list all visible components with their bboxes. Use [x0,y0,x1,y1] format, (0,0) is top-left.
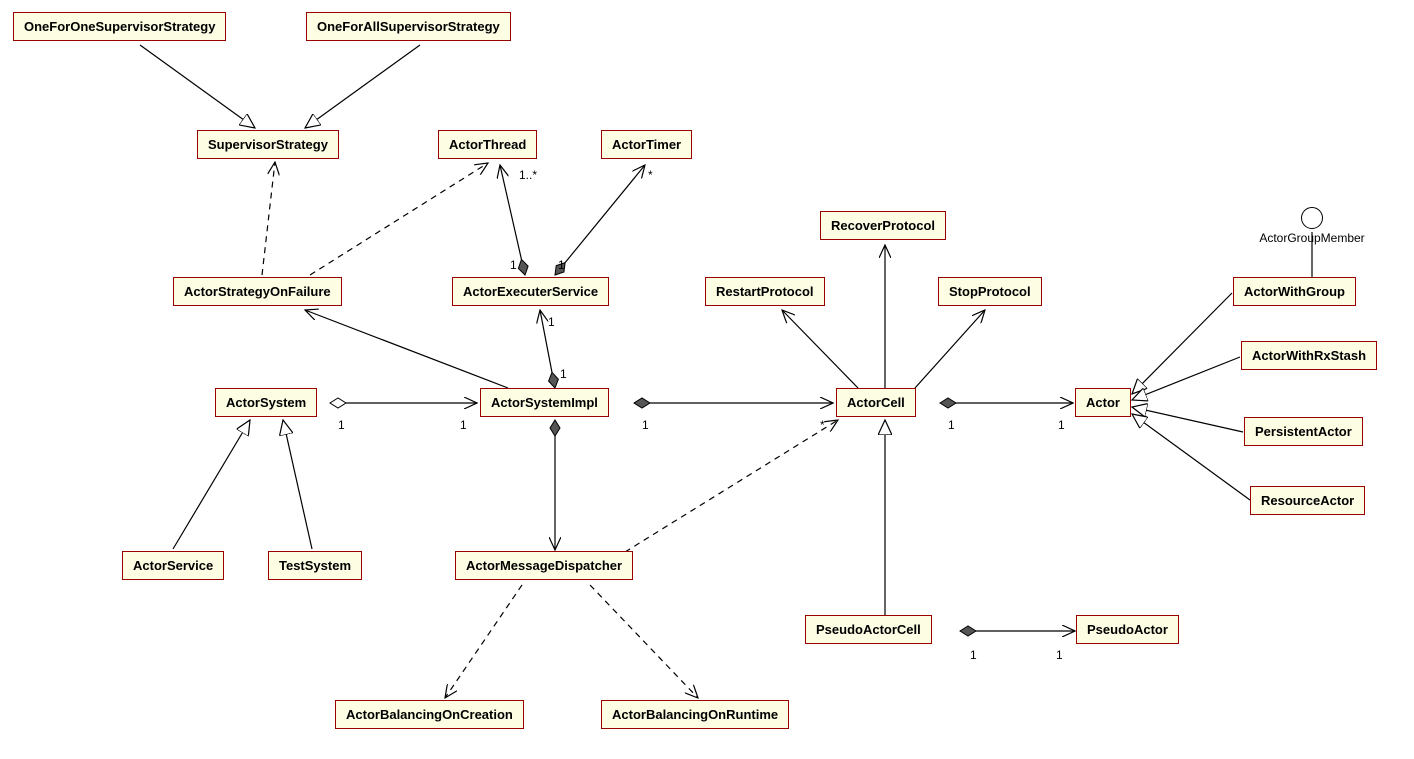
mult: 1 [510,258,517,272]
mult: 1 [1058,418,1065,432]
label: ActorThread [449,137,526,152]
mult: 1 [948,418,955,432]
class-actorexecuterservice: ActorExecuterService [452,277,609,306]
class-actorwithgroup: ActorWithGroup [1233,277,1356,306]
label: ActorStrategyOnFailure [184,284,331,299]
mult: 1 [642,418,649,432]
uml-diagram: OneForOneSupervisorStrategy OneForAllSup… [0,0,1414,759]
label: ActorTimer [612,137,681,152]
label: ActorBalancingOnRuntime [612,707,778,722]
class-persistentactor: PersistentActor [1244,417,1363,446]
label: ActorWithRxStash [1252,348,1366,363]
label: ResourceActor [1261,493,1354,508]
label: TestSystem [279,558,351,573]
class-resourceactor: ResourceActor [1250,486,1365,515]
label: PseudoActorCell [816,622,921,637]
label: PersistentActor [1255,424,1352,439]
label: OneForAllSupervisorStrategy [317,19,500,34]
mult: 1 [338,418,345,432]
class-actorsystemimpl: ActorSystemImpl [480,388,609,417]
label: ActorCell [847,395,905,410]
mult: 1 [1056,648,1063,662]
mult: * [820,418,825,432]
label: SupervisorStrategy [208,137,328,152]
class-recoverprotocol: RecoverProtocol [820,211,946,240]
mult-actortimer: * [648,168,653,182]
mult: 1 [970,648,977,662]
label: ActorService [133,558,213,573]
class-actorwithrxstash: ActorWithRxStash [1241,341,1377,370]
class-actorservice: ActorService [122,551,224,580]
mult-actorthread: 1..* [519,168,537,182]
class-actorbalancingoncreation: ActorBalancingOnCreation [335,700,524,729]
mult: 1 [460,418,467,432]
label: ActorSystem [226,395,306,410]
label: ActorSystemImpl [491,395,598,410]
lollipop-icon [1301,207,1323,229]
class-actorsystem: ActorSystem [215,388,317,417]
label: RestartProtocol [716,284,814,299]
label: OneForOneSupervisorStrategy [24,19,215,34]
label: RecoverProtocol [831,218,935,233]
mult: 1 [548,315,555,329]
class-actorstrategyonfailure: ActorStrategyOnFailure [173,277,342,306]
label: StopProtocol [949,284,1031,299]
class-actormessagedispatcher: ActorMessageDispatcher [455,551,633,580]
class-actorcell: ActorCell [836,388,916,417]
class-restartprotocol: RestartProtocol [705,277,825,306]
class-supervisorstrategy: SupervisorStrategy [197,130,339,159]
mult: 1 [558,258,565,272]
class-actortimer: ActorTimer [601,130,692,159]
interface-actorgroupmember: ActorGroupMember [1252,207,1372,245]
class-pseudoactor: PseudoActor [1076,615,1179,644]
label: Actor [1086,395,1120,410]
class-actorthread: ActorThread [438,130,537,159]
class-testsystem: TestSystem [268,551,362,580]
class-actor: Actor [1075,388,1131,417]
label: ActorGroupMember [1252,231,1372,245]
label: ActorBalancingOnCreation [346,707,513,722]
label: ActorWithGroup [1244,284,1345,299]
label: ActorExecuterService [463,284,598,299]
class-oneforall: OneForAllSupervisorStrategy [306,12,511,41]
class-pseudoactorcell: PseudoActorCell [805,615,932,644]
connectors [0,0,1414,759]
class-actorbalancingonruntime: ActorBalancingOnRuntime [601,700,789,729]
label: PseudoActor [1087,622,1168,637]
class-stopprotocol: StopProtocol [938,277,1042,306]
class-oneforone: OneForOneSupervisorStrategy [13,12,226,41]
mult: 1 [560,367,567,381]
label: ActorMessageDispatcher [466,558,622,573]
